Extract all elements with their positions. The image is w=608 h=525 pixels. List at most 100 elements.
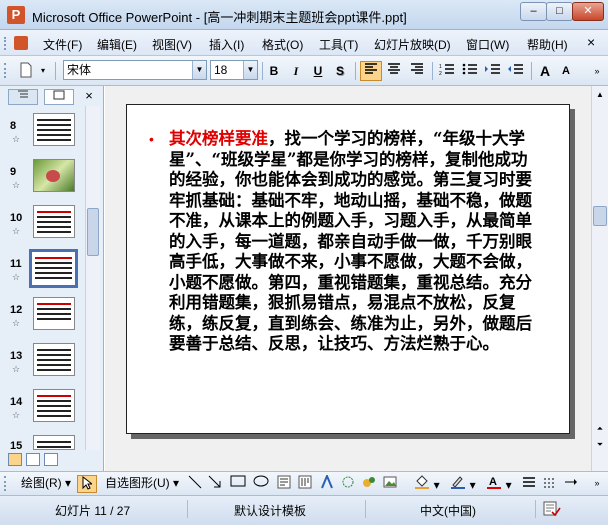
slide-thumbnail-9[interactable] xyxy=(33,159,75,192)
oval-tool-button[interactable] xyxy=(251,475,271,493)
spellcheck-icon[interactable] xyxy=(543,501,561,517)
panel-close-button[interactable]: × xyxy=(80,89,98,105)
draw-menu-button[interactable]: 绘图(R) ▾ xyxy=(18,475,74,493)
menu-view[interactable]: 视图(V) xyxy=(152,36,192,53)
arrow-tool-button[interactable] xyxy=(206,475,224,493)
slide-canvas[interactable]: • 其次榜样要准，找一个学习的榜样，“年级十大学星”、“班级学星”都是你学习的榜… xyxy=(126,104,570,434)
transition-star-icon: ☆ xyxy=(12,410,21,420)
chevron-down-icon[interactable]: ▼ xyxy=(192,61,206,79)
menu-slideshow[interactable]: 幻灯片放映(D) xyxy=(374,36,451,53)
menu-insert[interactable]: 插入(I) xyxy=(209,36,244,53)
close-button[interactable]: ✕ xyxy=(572,2,604,21)
document-icon[interactable] xyxy=(14,36,28,50)
slide-text-box[interactable]: 其次榜样要准，找一个学习的榜样，“年级十大学星”、“班级学星”都是你学习的榜样，… xyxy=(169,129,537,355)
previous-slide-icon[interactable]: ⏶ xyxy=(593,422,607,436)
slide-thumbnail-15[interactable] xyxy=(33,435,75,450)
line-tool-button[interactable] xyxy=(186,475,204,493)
oval-icon xyxy=(253,475,269,487)
chevron-down-icon[interactable]: ▼ xyxy=(243,61,257,79)
menu-format[interactable]: 格式(O) xyxy=(262,36,303,53)
toolbar-grip-icon xyxy=(4,476,7,491)
indent-icon xyxy=(485,64,500,74)
insert-picture-button[interactable] xyxy=(381,475,399,493)
slideshow-view-button[interactable] xyxy=(44,453,58,466)
line-style-icon xyxy=(523,477,535,487)
diagram-button[interactable] xyxy=(339,475,357,493)
clipart-button[interactable] xyxy=(360,475,378,493)
toolbar-separator xyxy=(355,62,356,80)
pointer-icon xyxy=(82,475,94,490)
slide-counter: 幻灯片 11 / 27 xyxy=(55,504,131,518)
slide-thumbnail-11-selected[interactable] xyxy=(29,249,78,288)
menu-tools[interactable]: 工具(T) xyxy=(319,36,358,53)
line-color-button[interactable]: ▾ xyxy=(448,475,478,493)
wordart-button[interactable] xyxy=(318,473,336,493)
slide-number: 11 xyxy=(10,258,22,270)
editor-scroll-thumb[interactable] xyxy=(593,206,607,226)
arrow-style-button[interactable] xyxy=(562,475,580,493)
fill-color-button[interactable]: ▾ xyxy=(412,475,442,493)
slide-thumbnail-14[interactable] xyxy=(33,389,75,422)
slide-number: 13 xyxy=(10,350,23,362)
bold-button[interactable]: B xyxy=(264,61,284,81)
shrink-font-button[interactable]: A xyxy=(556,61,576,81)
svg-text:A: A xyxy=(489,476,497,488)
fill-bucket-icon xyxy=(415,475,430,489)
maximize-button[interactable]: □ xyxy=(546,2,573,21)
slide-sorter-view-button[interactable] xyxy=(26,453,40,466)
toolbar-options-icon[interactable]: » xyxy=(590,475,604,493)
bullet-mark: • xyxy=(149,131,154,147)
next-slide-icon[interactable]: ⏷ xyxy=(593,438,607,452)
menu-window[interactable]: 窗口(W) xyxy=(466,36,509,53)
select-pointer-button[interactable] xyxy=(77,475,97,493)
new-dropdown-icon[interactable]: ▾ xyxy=(38,61,48,81)
vertical-textbox-button[interactable] xyxy=(296,475,314,493)
numbering-button[interactable]: 12 xyxy=(436,61,458,81)
powerpoint-app-icon[interactable]: P xyxy=(7,6,25,24)
rectangle-icon xyxy=(230,475,246,487)
textbox-tool-button[interactable] xyxy=(275,475,293,493)
scroll-up-icon[interactable]: ▲ xyxy=(593,88,607,102)
slide-thumbnail-13[interactable] xyxy=(33,343,75,376)
rectangle-tool-button[interactable] xyxy=(228,475,248,493)
minimize-button[interactable]: – xyxy=(520,2,547,21)
shadow-button[interactable]: S xyxy=(330,61,350,81)
font-color-button[interactable]: A ▾ xyxy=(484,475,514,493)
font-size-select[interactable]: 18 ▼ xyxy=(210,60,258,80)
menu-edit[interactable]: 编辑(E) xyxy=(97,36,137,53)
new-document-icon[interactable] xyxy=(15,61,37,81)
editor-scrollbar[interactable]: ▲ ⏶ ⏷ xyxy=(591,86,608,471)
panel-scroll-thumb[interactable] xyxy=(87,208,99,256)
decrease-indent-button[interactable] xyxy=(505,61,527,81)
slide-thumbnail-10[interactable] xyxy=(33,205,75,238)
normal-view-button[interactable] xyxy=(8,453,22,466)
font-name-select[interactable]: 宋体 ▼ xyxy=(63,60,207,80)
menu-file[interactable]: 文件(F) xyxy=(43,36,82,53)
line-style-button[interactable] xyxy=(520,475,538,493)
slide-thumbnail-8[interactable] xyxy=(33,113,75,146)
transition-star-icon: ☆ xyxy=(12,180,21,190)
underline-button[interactable]: U xyxy=(308,61,328,81)
drawing-toolbar: 绘图(R) ▾ 自选图形(U) ▾ ▾ ▾ A ▾ » xyxy=(0,471,608,495)
document-close-button[interactable]: × xyxy=(587,34,595,50)
align-right-icon xyxy=(411,63,423,74)
italic-button[interactable]: I xyxy=(286,61,306,81)
font-color-icon: A xyxy=(487,476,502,489)
autoshapes-menu-button[interactable]: 自选图形(U) ▾ xyxy=(104,475,180,493)
panel-scrollbar[interactable] xyxy=(85,106,100,450)
grow-font-button[interactable]: A xyxy=(535,61,555,81)
increase-indent-button[interactable] xyxy=(482,61,504,81)
toolbar-options-icon[interactable]: » xyxy=(590,61,604,81)
slide-thumbnail-12[interactable] xyxy=(33,297,75,330)
align-right-button[interactable] xyxy=(406,61,428,81)
arrow-icon xyxy=(208,475,221,488)
bullets-button[interactable] xyxy=(459,61,481,81)
tab-slides[interactable] xyxy=(44,89,74,105)
menu-help[interactable]: 帮助(H) xyxy=(527,36,568,53)
highlight-text: 其次榜样要准 xyxy=(169,129,268,148)
align-center-button[interactable] xyxy=(383,61,405,81)
dash-style-button[interactable] xyxy=(541,475,559,493)
align-left-button[interactable] xyxy=(360,61,382,81)
tab-outline[interactable] xyxy=(8,89,38,105)
slide-number: 15 xyxy=(10,440,23,452)
